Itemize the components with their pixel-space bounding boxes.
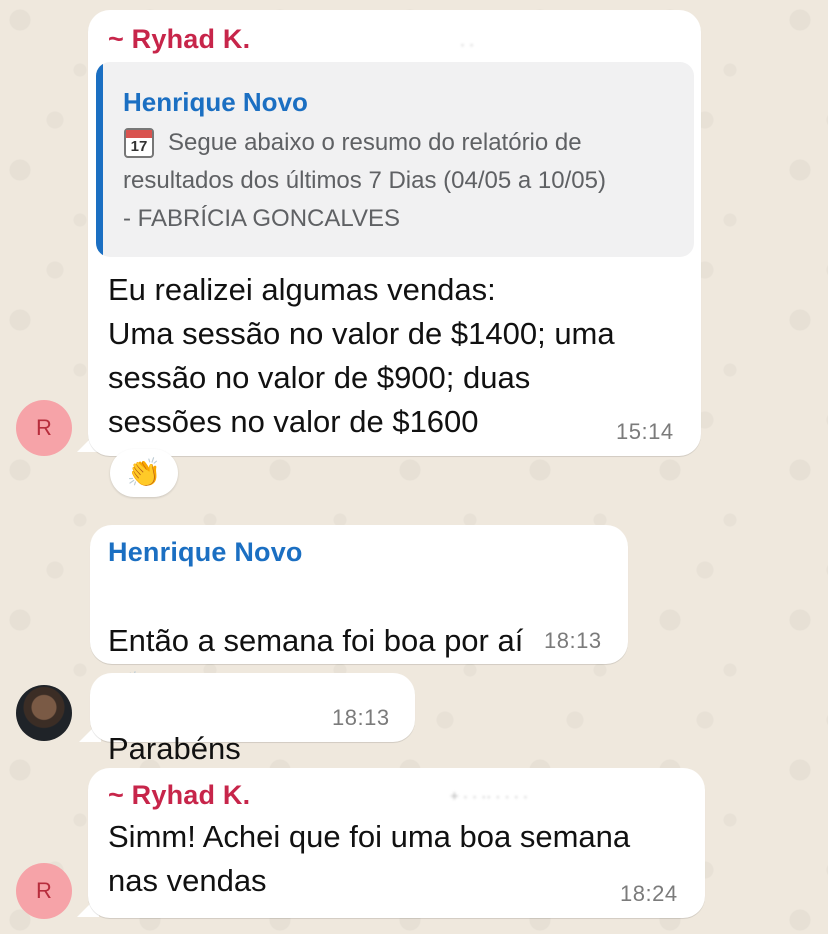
clapping-hands-emoji: 👏 xyxy=(126,457,162,488)
reaction-badge[interactable]: 👏 xyxy=(110,449,178,497)
message-time: 15:14 xyxy=(616,419,674,444)
avatar-letter: R xyxy=(36,415,52,440)
sender-name[interactable]: ~ Ryhad K. xyxy=(108,780,250,811)
message-text-content: Então a semana foi boa por aí xyxy=(108,623,524,658)
sender-name[interactable]: ~ Ryhad K. xyxy=(108,24,250,55)
message-time: 18:24 xyxy=(620,881,678,906)
message-text-content: Parabéns xyxy=(108,731,241,766)
message-bubble-2[interactable]: Henrique Novo Então a semana foi boa por… xyxy=(90,525,628,702)
message-text: Simm! Achei que foi uma boa semana nas v… xyxy=(108,819,631,898)
message-bubble-3[interactable]: Parabéns 🍾 18:13 xyxy=(90,673,415,810)
sender-name[interactable]: Henrique Novo xyxy=(108,537,303,568)
avatar-letter: R xyxy=(36,878,52,903)
message-time: 18:13 xyxy=(332,705,390,730)
message-time: 18:13 xyxy=(544,628,602,653)
quoted-text: Segue abaixo o resumo do relatório de re… xyxy=(123,129,606,232)
quoted-sender-name: Henrique Novo xyxy=(123,87,308,117)
avatar[interactable] xyxy=(16,685,72,741)
quote-bar xyxy=(96,62,103,257)
message-bubble-1[interactable]: ~ Ryhad K. · · Henrique Novo 17 Segue ab… xyxy=(88,10,701,456)
message-text: Eu realizei algumas vendas: Uma sessão n… xyxy=(108,272,615,439)
avatar[interactable]: R xyxy=(16,863,72,919)
redacted-phone: · · xyxy=(460,36,475,53)
message-bubble-4[interactable]: ~ Ryhad K. + · · ·· · · · · Simm! Achei … xyxy=(88,768,705,918)
quoted-message[interactable]: Henrique Novo 17 Segue abaixo o resumo d… xyxy=(96,62,694,257)
redacted-phone: + · · ·· · · · · xyxy=(450,788,528,805)
avatar[interactable]: R xyxy=(16,400,72,456)
